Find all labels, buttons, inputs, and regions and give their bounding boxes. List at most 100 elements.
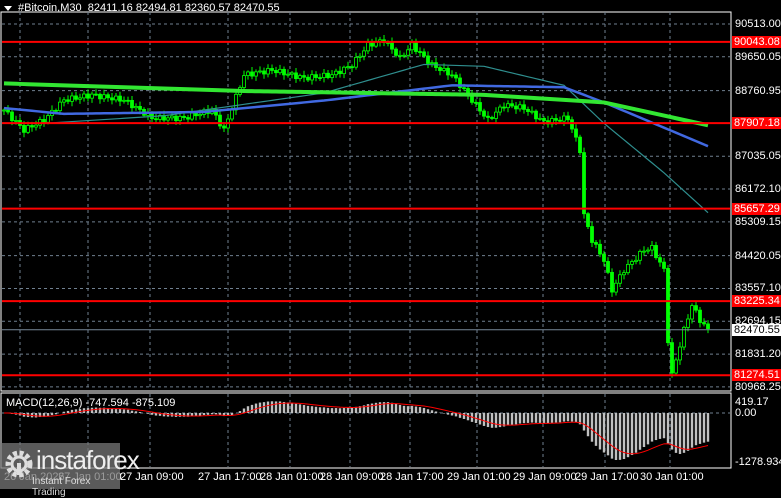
candle-body [95, 94, 98, 95]
price-tick: 87035.05 [735, 150, 781, 162]
macd-histogram-bar [547, 413, 549, 423]
candle-body [507, 104, 510, 108]
candle-body [439, 68, 442, 71]
macd-histogram-bar [615, 413, 617, 460]
candle-body [279, 69, 282, 72]
chart-header: #Bitcoin,M30 82411.16 82494.81 82360.57 … [4, 2, 280, 14]
macd-histogram-bar [295, 404, 297, 413]
macd-histogram-bar [207, 413, 209, 415]
macd-histogram-bar [351, 408, 353, 413]
instaforex-watermark: instaforex Instant Forex Trading [0, 443, 120, 489]
macd-histogram-bar [427, 409, 429, 413]
macd-histogram-bar [603, 413, 605, 453]
candle-body [395, 49, 398, 55]
time-tick: 28 Jan 17:00 [380, 471, 444, 483]
macd-histogram-bar [491, 413, 493, 428]
candle-body [339, 71, 342, 73]
candle-body [663, 262, 666, 268]
macd-histogram-bar [35, 413, 37, 417]
candle-body [599, 244, 602, 254]
gear-logo-icon [4, 449, 34, 479]
macd-histogram-bar [691, 413, 693, 448]
macd-histogram-bar [495, 413, 497, 428]
macd-histogram-bar [455, 413, 457, 416]
candle-body [103, 95, 106, 99]
macd-histogram-bar [463, 413, 465, 419]
macd-histogram-bar [431, 410, 433, 413]
candle-body [543, 118, 546, 120]
macd-histogram-bar [311, 406, 313, 413]
macd-histogram-bar [639, 413, 641, 450]
macd-histogram-bar [667, 413, 669, 443]
candle-body [615, 283, 618, 292]
macd-histogram-bar [407, 406, 409, 413]
candle-body [327, 73, 330, 77]
candle-body [123, 100, 126, 101]
macd-histogram-bar [695, 413, 697, 445]
candle-body [363, 51, 366, 56]
candle-body [167, 118, 170, 120]
macd-histogram-bar [487, 413, 489, 427]
candle-body [303, 76, 306, 78]
candle-body [219, 115, 222, 126]
candle-body [43, 119, 46, 122]
ohlc-close: 82470.55 [234, 2, 280, 14]
candle-body [367, 43, 370, 51]
macd-histogram-bar [367, 404, 369, 413]
macd-histogram-bar [647, 413, 649, 444]
candle-body [523, 105, 526, 110]
candle-body [111, 98, 114, 100]
candle-body [687, 319, 690, 327]
price-tick: 83557.10 [735, 282, 781, 294]
candle-body [355, 57, 358, 67]
candle-body [419, 52, 422, 53]
candle-body [359, 56, 362, 57]
candle-body [571, 120, 574, 129]
macd-histogram-bar [551, 413, 553, 423]
macd-histogram-bar [507, 413, 509, 426]
time-tick: 28 Jan 09:00 [320, 471, 384, 483]
macd-histogram-bar [539, 413, 541, 423]
macd-tick: 0.00 [735, 407, 756, 419]
macd-histogram-bar [559, 413, 561, 422]
candle-body [531, 111, 534, 112]
candle-body [115, 96, 118, 100]
macd-histogram-bar [231, 413, 233, 415]
macd-histogram-bar [291, 403, 293, 413]
macd-histogram-bar [123, 409, 125, 413]
price-tick: 80968.25 [735, 381, 781, 393]
macd-histogram-bar [211, 413, 213, 414]
candle-body [463, 88, 466, 89]
candle-body [63, 100, 66, 102]
macd-histogram-bar [399, 405, 401, 413]
macd-histogram-bar [599, 413, 601, 449]
macd-histogram-bar [327, 408, 329, 413]
candle-body [651, 245, 654, 250]
symbol-label: #Bitcoin,M30 [18, 2, 82, 14]
candle-body [343, 67, 346, 73]
macd-histogram-bar [423, 408, 425, 413]
macd-histogram-bar [379, 402, 381, 413]
candle-body [495, 112, 498, 118]
candle-body [323, 73, 326, 77]
macd-histogram-bar [643, 413, 645, 447]
time-tick: 29 Jan 01:00 [447, 471, 511, 483]
candle-body [47, 116, 50, 123]
time-tick: 30 Jan 01:00 [640, 471, 704, 483]
price-chart[interactable] [0, 0, 781, 489]
macd-histogram-bar [687, 413, 689, 451]
candle-body [243, 76, 246, 88]
macd-histogram-bar [347, 408, 349, 413]
price-tick: 81831.20 [735, 348, 781, 360]
candle-body [87, 94, 90, 98]
candle-body [391, 42, 394, 49]
candle-body [27, 125, 30, 132]
candle-body [223, 126, 226, 128]
candle-body [179, 116, 182, 120]
macd-histogram-bar [595, 413, 597, 446]
macd-histogram-bar [531, 413, 533, 423]
macd-histogram-bar [335, 408, 337, 413]
macd-histogram-bar [371, 404, 373, 413]
candle-body [487, 116, 490, 117]
dropdown-triangle-icon[interactable] [4, 6, 12, 11]
